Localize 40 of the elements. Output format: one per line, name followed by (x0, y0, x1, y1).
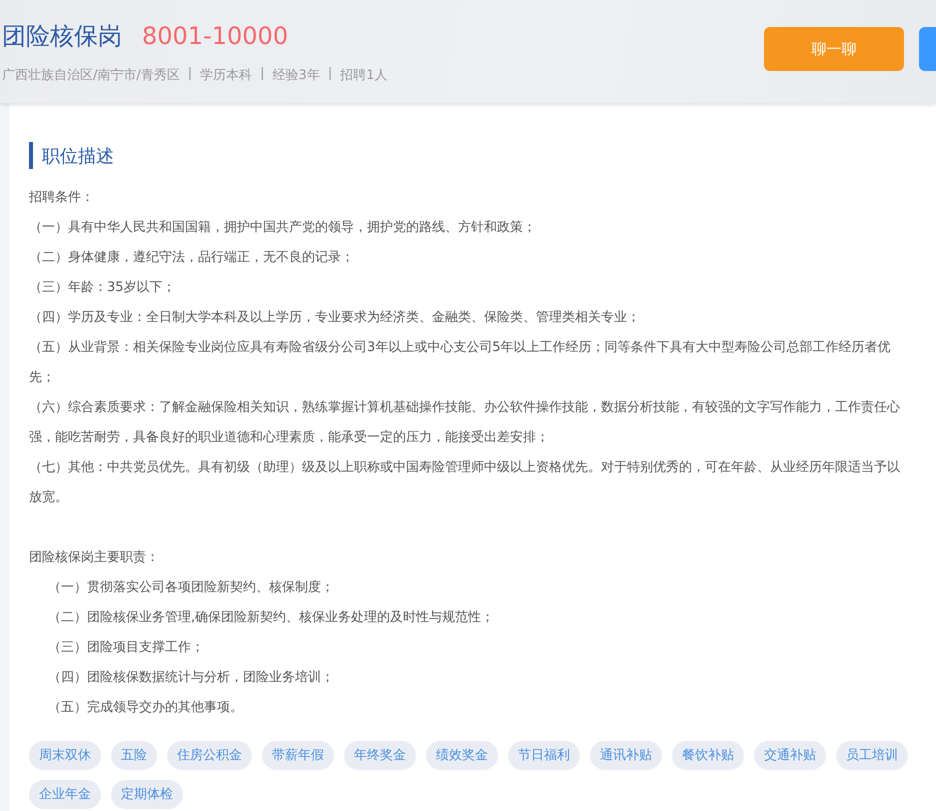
section-heading: 职位描述 (42, 144, 114, 168)
chat-button[interactable]: 聊一聊 (764, 27, 904, 71)
job-detail: 经验3年 (272, 67, 320, 84)
list-item: （四）团险核保数据统计与分析，团险业务培训； (47, 669, 335, 687)
benefit-tag: 周末双休 (29, 741, 101, 770)
benefit-tag: 住房公积金 (167, 741, 252, 770)
list-title: 招聘条件： (29, 189, 95, 207)
benefit-tag: 绩效奖金 (426, 741, 498, 770)
benefit-tag: 餐饮补贴 (672, 741, 744, 770)
separator: | (188, 66, 192, 83)
job-title: 团险核保岗 (2, 21, 122, 52)
benefit-tag: 交通补贴 (754, 741, 826, 770)
benefit-tag: 员工培训 (836, 741, 908, 770)
benefit-tag: 五险 (111, 741, 157, 770)
list-item: （五）完成领导交办的其他事项。 (47, 699, 244, 717)
job-detail: 招聘1人 (340, 67, 388, 84)
list-item: （二）团险核保业务管理,确保团险新契约、核保业务处理的及时性与规范性； (47, 609, 496, 627)
job-detail: 学历本科 (200, 67, 252, 84)
job-detail: 广西壮族自治区/南宁市/青秀区 (2, 67, 180, 84)
benefit-tag: 年终奖金 (344, 741, 416, 770)
benefit-tag: 带薪年假 (262, 741, 334, 770)
benefit-tag: 定期体检 (111, 780, 183, 809)
benefit-tag: 节日福利 (508, 741, 580, 770)
separator: | (260, 66, 265, 83)
separator: | (328, 66, 332, 83)
list-item: （六）综合素质要求：了解金融保险相关知识，熟练掌握计算机基础操作技能、办公软件操作技能，数据分析技能，有较强的文字写作能力，工作责任心强，能吃苦耐劳，具备良好的职业道德和心理素质，能承受一定的压力，能接受出差安排； (29, 399, 901, 447)
list-item: （五）从业背景：相关保险专业岗位应具有寿险省级分公司3年以上或中心支公司5年以上工作经历；同等条件下具有大中型寿险公司总部工作经历者优先； (29, 339, 892, 387)
list-item: （七）其他：中共党员优先。具有初级（助理）级及以上职称或中国寿险管理师中级以上资格优先。对于特别优秀的，可在年龄、从业经历年限适当予以放宽。 (29, 459, 901, 507)
benefit-tag: 通讯补贴 (590, 741, 662, 770)
list-item: （三）年龄：35岁以下； (29, 279, 177, 297)
list-item: （二）身体健康，遵纪守法，品行端正，无不良的记录； (29, 249, 355, 267)
list-item: （一）贯彻落实公司各项团险新契约、核保制度； (47, 579, 335, 597)
list-item: （三）团险项目支撑工作； (47, 639, 205, 657)
list-title: 团险核保岗主要职责： (29, 549, 160, 567)
list-item: （四）学历及专业：全日制大学本科及以上学历，专业要求为经济类、金融类、保险类、管理类相关专业； (29, 309, 641, 327)
salary: 8001-10000 (142, 22, 288, 50)
action-button[interactable] (919, 27, 936, 71)
benefit-tag: 企业年金 (29, 780, 101, 809)
heading-marker (29, 142, 33, 169)
list-item: （一）具有中华人民共和国国籍，拥护中国共产党的领导，拥护党的路线、方针和政策； (29, 219, 537, 237)
